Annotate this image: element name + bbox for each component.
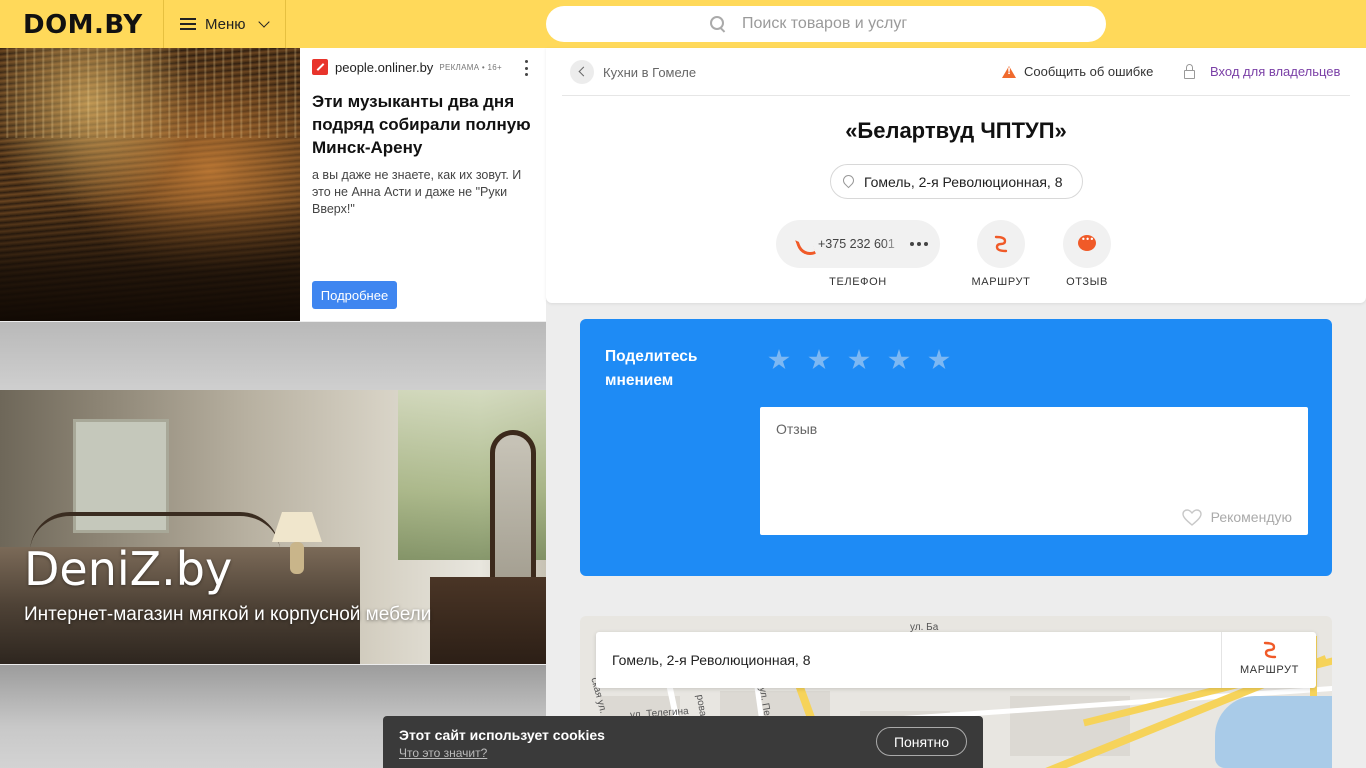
site-header: DOM.BY Меню xyxy=(0,0,1366,48)
warning-icon xyxy=(1002,65,1016,78)
map-water xyxy=(1215,696,1332,768)
kebab-menu-icon[interactable] xyxy=(525,60,529,76)
cookie-info-link[interactable]: Что это значит? xyxy=(399,746,487,760)
owner-login-link[interactable]: Вход для владельцев xyxy=(1184,63,1341,79)
report-error-link[interactable]: Сообщить об ошибке xyxy=(1002,64,1153,79)
map-address-card: Гомель, 2-я Революционная, 8 МАРШРУТ xyxy=(596,632,1316,688)
phone-number: +375 232 601 xyxy=(818,237,895,251)
menu-label: Меню xyxy=(205,15,246,33)
ad-brand-name: people.onliner.by xyxy=(335,59,434,75)
ad-tag: РЕКЛАМА • 16+ xyxy=(439,62,502,72)
menu-button[interactable]: Меню xyxy=(163,0,286,48)
route-label: МАРШРУТ xyxy=(971,276,1031,288)
route-icon xyxy=(1262,640,1278,660)
star-icon[interactable] xyxy=(888,349,910,370)
ad-text: а вы даже не знаете, как их зовут. И это… xyxy=(312,168,522,216)
ad-title[interactable]: Эти музыканты два дня подряд собирали по… xyxy=(312,90,534,159)
review-box: Рекомендую xyxy=(760,407,1308,535)
review-button[interactable] xyxy=(1063,220,1111,268)
breadcrumb-link[interactable]: Кухни в Гомеле xyxy=(603,65,696,80)
star-icon[interactable] xyxy=(768,349,790,370)
ad-arena-image[interactable] xyxy=(0,48,300,321)
ad-more-button[interactable]: Подробнее xyxy=(312,281,397,309)
ad-brand: people.onliner.by РЕКЛАМА • 16+ xyxy=(312,59,502,75)
review-title: Поделитесь мнением xyxy=(605,348,698,389)
owner-login-label: Вход для владельцев xyxy=(1210,64,1341,79)
phone-icon xyxy=(796,236,812,252)
search-bar[interactable] xyxy=(546,6,1106,42)
cookie-banner: Этот сайт использует cookies Что это зна… xyxy=(383,716,983,768)
chat-bubble-icon xyxy=(1078,235,1096,251)
recommend-label: Рекомендую xyxy=(1210,509,1292,525)
ad-deniz[interactable]: DeniZ.by Интернет-магазин мягкой и корпу… xyxy=(0,322,546,664)
company-name: «Белартвуд ЧПТУП» xyxy=(845,118,1067,143)
address-text: Гомель, 2-я Революционная, 8 xyxy=(864,173,1063,190)
company-card: Кухни в Гомеле Сообщить об ошибке Вход д… xyxy=(546,48,1366,303)
search-input[interactable] xyxy=(742,15,942,33)
lock-icon xyxy=(1184,63,1195,79)
map-route-button[interactable]: МАРШРУТ xyxy=(1221,632,1316,688)
map-street-label: рова xyxy=(693,693,709,718)
hamburger-icon xyxy=(180,18,196,30)
ad2-subtitle: Интернет-магазин мягкой и корпусной мебе… xyxy=(24,604,432,625)
map-route-label: МАРШРУТ xyxy=(1240,664,1299,676)
rating-stars[interactable] xyxy=(768,349,950,371)
heart-icon xyxy=(1181,509,1202,526)
review-textarea[interactable] xyxy=(760,407,1308,497)
report-error-label: Сообщить об ошибке xyxy=(1024,64,1154,79)
star-icon[interactable] xyxy=(848,349,870,370)
review-label: ОТЗЫВ xyxy=(1066,276,1108,288)
phone-button[interactable]: +375 232 601 xyxy=(776,220,940,268)
location-pin-icon xyxy=(843,175,854,189)
cookie-title: Этот сайт использует cookies xyxy=(399,727,605,743)
route-button[interactable] xyxy=(977,220,1025,268)
back-chevron-icon[interactable] xyxy=(570,60,594,84)
phone-label: ТЕЛЕФОН xyxy=(829,276,887,288)
recommend-toggle[interactable]: Рекомендую xyxy=(1181,509,1292,526)
address-chip[interactable]: Гомель, 2-я Революционная, 8 xyxy=(830,164,1083,199)
more-dots-icon xyxy=(910,242,928,246)
route-icon xyxy=(993,234,1009,254)
ad2-title: DeniZ.by xyxy=(24,542,233,596)
cookie-accept-button[interactable]: Понятно xyxy=(876,727,967,756)
review-panel: Поделитесь мнением Рекомендую xyxy=(580,319,1332,576)
star-icon[interactable] xyxy=(808,349,830,370)
chevron-down-icon xyxy=(257,15,270,28)
onliner-logo-icon xyxy=(312,59,328,75)
site-logo[interactable]: DOM.BY xyxy=(23,10,143,40)
divider xyxy=(562,95,1350,96)
star-icon[interactable] xyxy=(928,349,950,370)
search-icon xyxy=(710,16,726,32)
map-address: Гомель, 2-я Революционная, 8 xyxy=(612,652,811,668)
